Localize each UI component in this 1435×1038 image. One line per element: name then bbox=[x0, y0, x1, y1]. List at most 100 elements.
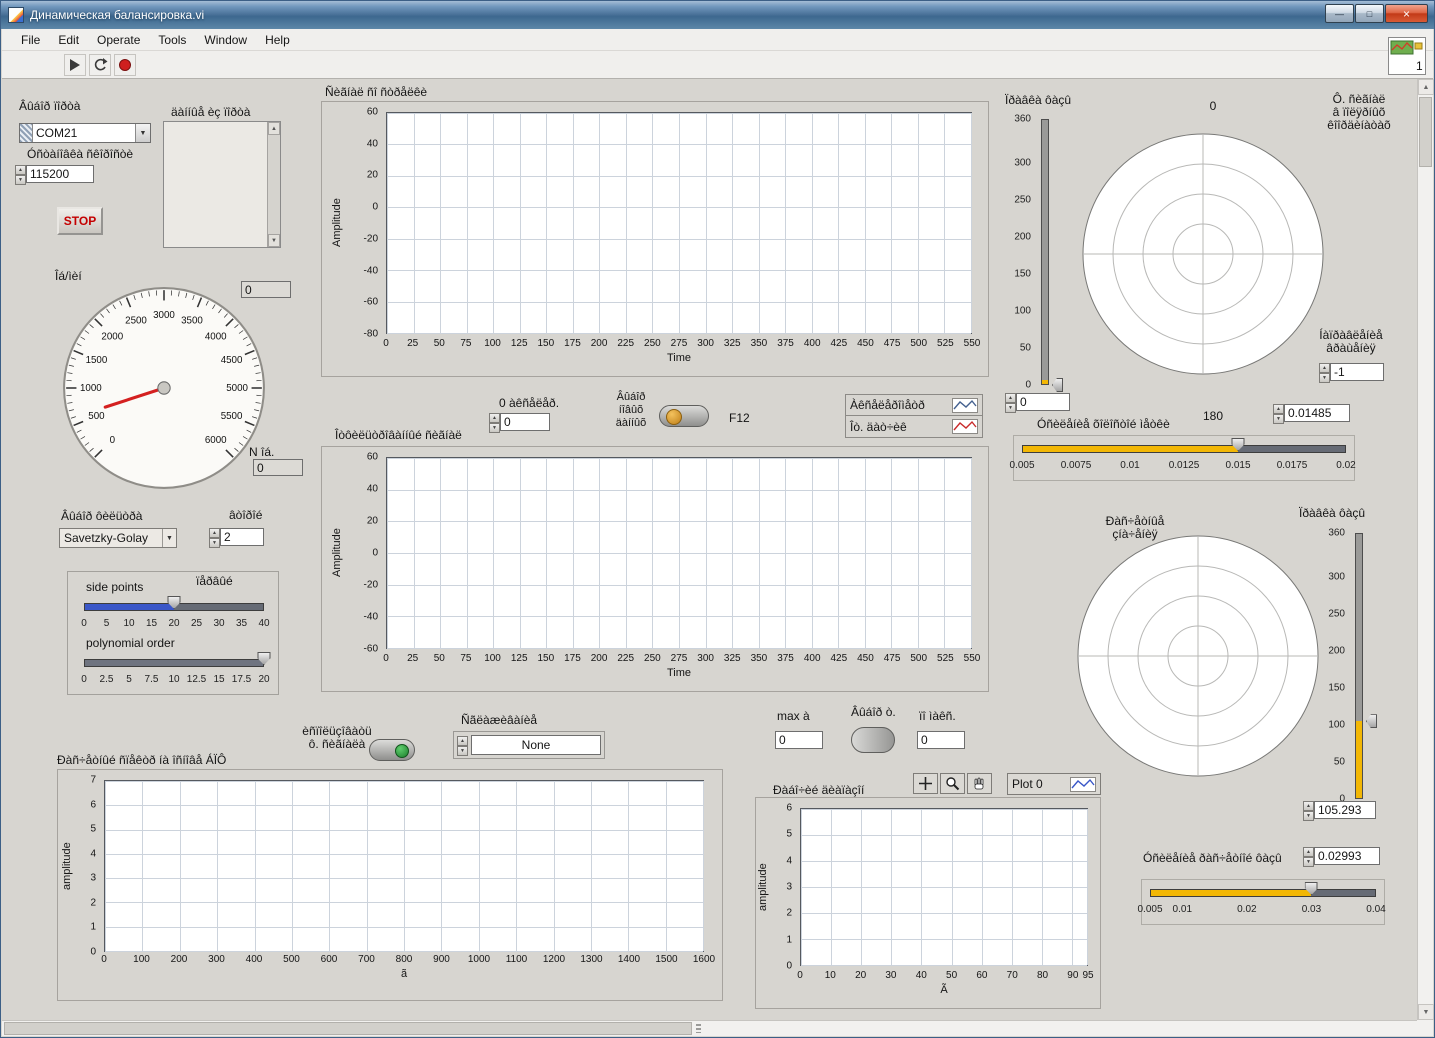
plot0-legend[interactable]: Plot 0 bbox=[1007, 773, 1101, 795]
legend-row[interactable]: Îò. äàò÷èê bbox=[846, 416, 982, 437]
decrement-icon[interactable]: ▼ bbox=[1303, 811, 1314, 821]
polar-graph-calc[interactable] bbox=[1073, 531, 1323, 781]
gain1-field[interactable]: 0.01485 bbox=[1284, 404, 1350, 422]
accelerometer-plot-icon[interactable] bbox=[952, 398, 978, 413]
increment-decrement[interactable]: ▲▼ bbox=[209, 528, 220, 546]
gain1-control[interactable]: ▲▼ 0.01485 bbox=[1273, 404, 1350, 422]
slider-track[interactable] bbox=[1355, 533, 1363, 799]
menu-file[interactable]: File bbox=[12, 31, 49, 49]
poly-order-slider[interactable]: 02.557.51012.51517.520 bbox=[76, 650, 272, 690]
pan-tool-button[interactable] bbox=[967, 773, 992, 794]
increment-icon[interactable]: ▲ bbox=[457, 736, 468, 746]
slider-track[interactable] bbox=[1022, 445, 1346, 453]
abort-button[interactable] bbox=[114, 54, 136, 76]
baud-field[interactable]: 115200 bbox=[26, 165, 94, 183]
slider-thumb[interactable] bbox=[1366, 714, 1377, 728]
scroll-down-icon[interactable]: ▼ bbox=[1418, 1004, 1434, 1020]
decrement-icon[interactable]: ▼ bbox=[1273, 414, 1284, 424]
new-data-toggle[interactable] bbox=[659, 405, 709, 427]
increment-icon[interactable]: ▲ bbox=[1319, 363, 1330, 373]
gain2-field[interactable]: 0.02993 bbox=[1314, 847, 1380, 865]
vybor-t-toggle[interactable] bbox=[851, 727, 895, 753]
close-button[interactable]: × bbox=[1385, 4, 1428, 23]
increment-decrement[interactable]: ▲▼ bbox=[1303, 847, 1314, 865]
opt-sensor-plot-icon[interactable] bbox=[952, 419, 978, 434]
accel-control[interactable]: ▲▼ 0 bbox=[489, 413, 550, 431]
minimize-button[interactable]: — bbox=[1325, 4, 1354, 23]
order-control[interactable]: ▲▼ 2 bbox=[209, 528, 264, 546]
increment-decrement[interactable]: ▲▼ bbox=[457, 736, 468, 754]
increment-decrement[interactable]: ▲▼ bbox=[1303, 801, 1314, 819]
scroll-up-icon[interactable]: ▲ bbox=[268, 122, 280, 135]
cursor-tool-button[interactable] bbox=[913, 773, 938, 794]
plot-legend-box[interactable]: Àêñåëåðîìåòð Îò. äàò÷èê bbox=[845, 394, 983, 438]
slider-track[interactable] bbox=[84, 659, 264, 667]
increment-icon[interactable]: ▲ bbox=[1303, 847, 1314, 857]
accel-field[interactable]: 0 bbox=[500, 413, 550, 431]
slider-track[interactable] bbox=[1150, 889, 1376, 897]
plot-area[interactable] bbox=[800, 808, 1088, 966]
menu-help[interactable]: Help bbox=[256, 31, 299, 49]
increment-decrement[interactable]: ▲▼ bbox=[1273, 404, 1284, 422]
scroll-up-icon[interactable]: ▲ bbox=[1418, 79, 1434, 95]
plot0-icon[interactable] bbox=[1070, 777, 1096, 792]
vi-icon[interactable]: 1 bbox=[1388, 37, 1426, 75]
decrement-icon[interactable]: ▼ bbox=[1005, 403, 1016, 413]
filter-combo[interactable]: Savetzky-Golay ▼ bbox=[59, 528, 177, 548]
maximize-button[interactable]: □ bbox=[1355, 4, 1384, 23]
smoothing-ring[interactable]: ▲▼ None bbox=[453, 731, 605, 759]
decrement-icon[interactable]: ▼ bbox=[209, 538, 220, 548]
increment-icon[interactable]: ▲ bbox=[209, 528, 220, 538]
increment-decrement[interactable]: ▲▼ bbox=[1005, 393, 1016, 411]
menu-edit[interactable]: Edit bbox=[49, 31, 88, 49]
polar-graph-signal[interactable] bbox=[1078, 129, 1328, 379]
phase-slider[interactable]: 050100150200250300360 bbox=[1001, 109, 1055, 397]
menu-tools[interactable]: Tools bbox=[149, 31, 195, 49]
side-points-slider[interactable]: 0510152025303540 bbox=[76, 594, 272, 634]
po-max-field[interactable]: 0 bbox=[917, 731, 965, 749]
direction-control[interactable]: ▲▼ -1 bbox=[1319, 363, 1384, 381]
increment-icon[interactable]: ▲ bbox=[1303, 801, 1314, 811]
decrement-icon[interactable]: ▼ bbox=[15, 175, 26, 185]
gain1-slider[interactable]: 0.0050.00750.010.01250.0150.01750.02 bbox=[1013, 435, 1355, 481]
increment-decrement[interactable]: ▲▼ bbox=[1319, 363, 1330, 381]
splitter-grip[interactable] bbox=[696, 1024, 701, 1033]
title-bar[interactable]: Динамическая балансировка.vi bbox=[1, 1, 1434, 29]
direction-field[interactable]: -1 bbox=[1330, 363, 1384, 381]
baud-control[interactable]: ▲▼ 115200 bbox=[15, 165, 94, 183]
order-field[interactable]: 2 bbox=[220, 528, 264, 546]
use-signal-toggle[interactable] bbox=[369, 739, 415, 761]
increment-decrement[interactable]: ▲▼ bbox=[489, 413, 500, 431]
decrement-icon[interactable]: ▼ bbox=[489, 423, 500, 433]
decrement-icon[interactable]: ▼ bbox=[1319, 373, 1330, 383]
gain2-slider[interactable]: 0.0050.010.020.030.04 bbox=[1141, 879, 1385, 925]
slider-track[interactable] bbox=[1041, 119, 1049, 385]
increment-icon[interactable]: ▲ bbox=[1273, 404, 1284, 414]
plot-area[interactable] bbox=[386, 112, 972, 334]
rpm-gauge[interactable]: 0500100015002000250030003500400045005000… bbox=[61, 285, 267, 491]
chevron-down-icon[interactable]: ▼ bbox=[162, 529, 176, 547]
horizontal-scrollbar[interactable] bbox=[2, 1020, 1417, 1036]
menu-operate[interactable]: Operate bbox=[88, 31, 149, 49]
run-continuous-button[interactable] bbox=[89, 54, 111, 76]
phase2-value-control[interactable]: ▲▼ 105.293 bbox=[1303, 801, 1376, 819]
phase-value-field[interactable]: 0 bbox=[1016, 393, 1070, 411]
run-button[interactable] bbox=[64, 54, 86, 76]
increment-icon[interactable]: ▲ bbox=[15, 165, 26, 175]
plot-area[interactable] bbox=[104, 780, 704, 952]
increment-icon[interactable]: ▲ bbox=[489, 413, 500, 423]
smoothing-value[interactable]: None bbox=[471, 735, 601, 755]
zoom-tool-button[interactable] bbox=[940, 773, 965, 794]
scrollbar-thumb[interactable] bbox=[1419, 97, 1432, 167]
port-data-listbox[interactable]: ▲ ▼ bbox=[163, 121, 281, 248]
increment-decrement[interactable]: ▲▼ bbox=[15, 165, 26, 183]
phase2-value-field[interactable]: 105.293 bbox=[1314, 801, 1376, 819]
scrollbar-thumb[interactable] bbox=[4, 1022, 692, 1035]
visa-port-selector[interactable]: COM21 ▼ bbox=[19, 123, 151, 143]
stop-button[interactable]: STOP bbox=[57, 207, 103, 235]
listbox-scrollbar[interactable]: ▲ ▼ bbox=[267, 122, 280, 247]
vertical-scrollbar[interactable]: ▲ ▼ bbox=[1417, 79, 1433, 1020]
max-a-field[interactable]: 0 bbox=[775, 731, 823, 749]
scroll-down-icon[interactable]: ▼ bbox=[268, 234, 280, 247]
phase2-slider[interactable]: 050100150200250300360 bbox=[1315, 523, 1373, 811]
